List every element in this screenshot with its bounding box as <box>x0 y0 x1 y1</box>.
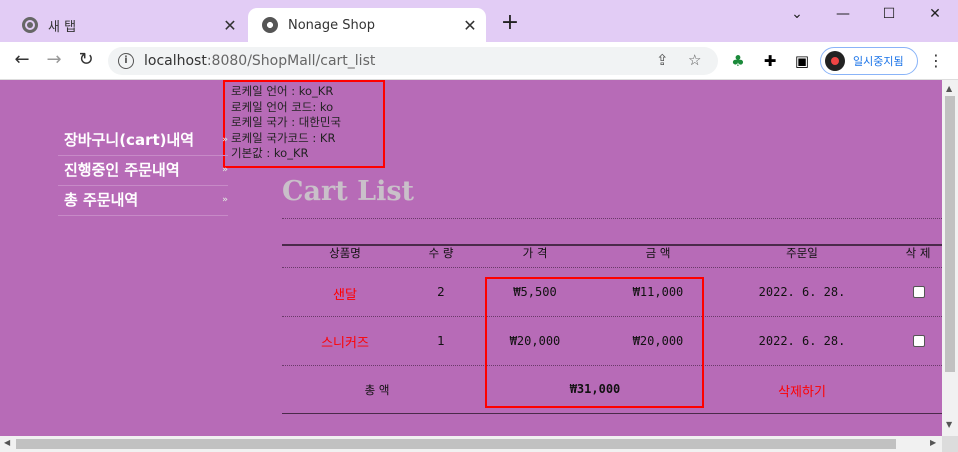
new-tab-button[interactable]: + <box>498 12 522 36</box>
avatar <box>825 51 845 71</box>
tab-new[interactable]: 새 탭 ✕ <box>8 8 246 42</box>
column-header: 가 격 <box>522 246 548 260</box>
address-bar[interactable]: i localhost:8080/ShopMall/cart_list ⇪ ☆ <box>108 47 718 75</box>
delete-checkbox[interactable] <box>913 335 925 347</box>
tab-label: Nonage Shop <box>288 17 375 33</box>
delete-checkbox[interactable] <box>913 286 925 298</box>
side-panel-icon[interactable]: ▣ <box>792 51 812 71</box>
chevron-down-icon[interactable]: ⌄ <box>782 6 812 22</box>
column-header: 상품명 <box>329 246 361 260</box>
column-header: 금 액 <box>645 246 671 260</box>
maximize-button[interactable]: ☐ <box>874 6 904 22</box>
profile-label: 일시중지됨 <box>853 55 904 68</box>
forward-button[interactable]: → <box>42 50 66 72</box>
side-menu-item-cart[interactable]: 장바구니(cart)내역 » <box>58 126 228 156</box>
highlight-box <box>485 277 704 408</box>
page-content: 로케일 언어 : ko_KR 로케일 언어 코드: ko 로케일 국가 : 대한… <box>0 80 942 436</box>
locale-line: 로케일 언어 : ko_KR <box>231 84 334 98</box>
order-date: 2022. 6. 28. <box>758 285 846 299</box>
url-path: :8080/ShopMall/cart_list <box>206 53 376 69</box>
close-icon[interactable]: ✕ <box>220 16 240 35</box>
chrome-icon <box>22 17 38 33</box>
reload-button[interactable]: ↻ <box>74 50 98 72</box>
scrollbar-thumb[interactable] <box>945 96 955 372</box>
scroll-right-icon[interactable]: ▶ <box>930 438 936 447</box>
locale-line: 로케일 국가 : 대한민국 <box>231 115 342 130</box>
column-header: 삭 제 <box>905 246 931 260</box>
side-menu-label: 장바구니(cart)내역 <box>64 131 195 149</box>
locale-line: 기본값 : ko_KR <box>231 146 309 161</box>
divider <box>282 267 942 268</box>
product-name-link[interactable]: 스니커즈 <box>321 332 369 351</box>
locale-line: 로케일 국가코드 : KR <box>231 130 336 145</box>
table-top-border <box>282 244 942 246</box>
browser-toolbar: ← → ↻ i localhost:8080/ShopMall/cart_lis… <box>0 42 958 80</box>
back-button[interactable]: ← <box>10 50 34 72</box>
scroll-left-icon[interactable]: ◀ <box>4 438 10 447</box>
order-date: 2022. 6. 28. <box>758 334 846 348</box>
quantity: 2 <box>437 285 445 299</box>
star-icon[interactable]: ☆ <box>688 51 701 69</box>
info-icon[interactable]: i <box>118 53 134 69</box>
column-header: 수 량 <box>428 246 454 260</box>
product-name-link[interactable]: 샌달 <box>333 284 357 303</box>
chevron-right-icon: » <box>222 135 228 145</box>
scrollbar-thumb[interactable] <box>16 439 896 449</box>
chevron-right-icon: » <box>222 195 228 205</box>
tab-nonage-shop[interactable]: Nonage Shop ✕ <box>248 8 486 42</box>
tab-strip: 새 탭 ✕ Nonage Shop ✕ + ⌄ — ☐ ✕ <box>0 0 958 42</box>
scroll-down-icon[interactable]: ▼ <box>946 420 952 429</box>
url-host: localhost <box>144 53 207 69</box>
horizontal-scrollbar[interactable]: ◀ ▶ <box>0 436 942 452</box>
delete-button[interactable]: 삭제하기 <box>778 381 826 400</box>
quantity: 1 <box>437 334 445 348</box>
minimize-button[interactable]: — <box>828 6 858 22</box>
tab-label: 새 탭 <box>48 19 77 35</box>
side-menu-label: 총 주문내역 <box>64 191 139 209</box>
chevron-right-icon: » <box>222 165 228 175</box>
close-window-button[interactable]: ✕ <box>920 6 950 22</box>
locale-line: 로케일 언어 코드: ko <box>231 99 334 114</box>
side-menu: 장바구니(cart)내역 » 진행중인 주문내역 » 총 주문내역 » <box>58 126 228 216</box>
page-title: Cart List <box>282 176 414 207</box>
scroll-up-icon[interactable]: ▲ <box>946 84 952 93</box>
locale-info-box: 로케일 언어 : ko_KR 로케일 언어 코드: ko 로케일 국가 : 대한… <box>223 80 385 168</box>
column-header: 주문일 <box>786 246 818 260</box>
close-icon[interactable]: ✕ <box>460 16 480 35</box>
side-menu-label: 진행중인 주문내역 <box>64 161 180 179</box>
table-bottom-border <box>282 413 942 414</box>
menu-icon[interactable]: ⋮ <box>928 51 944 70</box>
share-icon[interactable]: ⇪ <box>656 51 669 69</box>
globe-icon <box>262 17 278 33</box>
side-menu-item-all-orders[interactable]: 총 주문내역 » <box>58 186 228 216</box>
side-menu-item-ongoing-orders[interactable]: 진행중인 주문내역 » <box>58 156 228 186</box>
extensions-icon[interactable]: ✚ <box>760 51 780 71</box>
divider <box>282 218 942 219</box>
vertical-scrollbar[interactable]: ▲ ▼ <box>942 80 958 436</box>
profile-button[interactable]: 일시중지됨 <box>820 47 918 75</box>
total-label: 총 액 <box>364 383 390 397</box>
evernote-icon[interactable]: ♣ <box>728 51 748 71</box>
scrollbar-corner <box>942 436 958 452</box>
